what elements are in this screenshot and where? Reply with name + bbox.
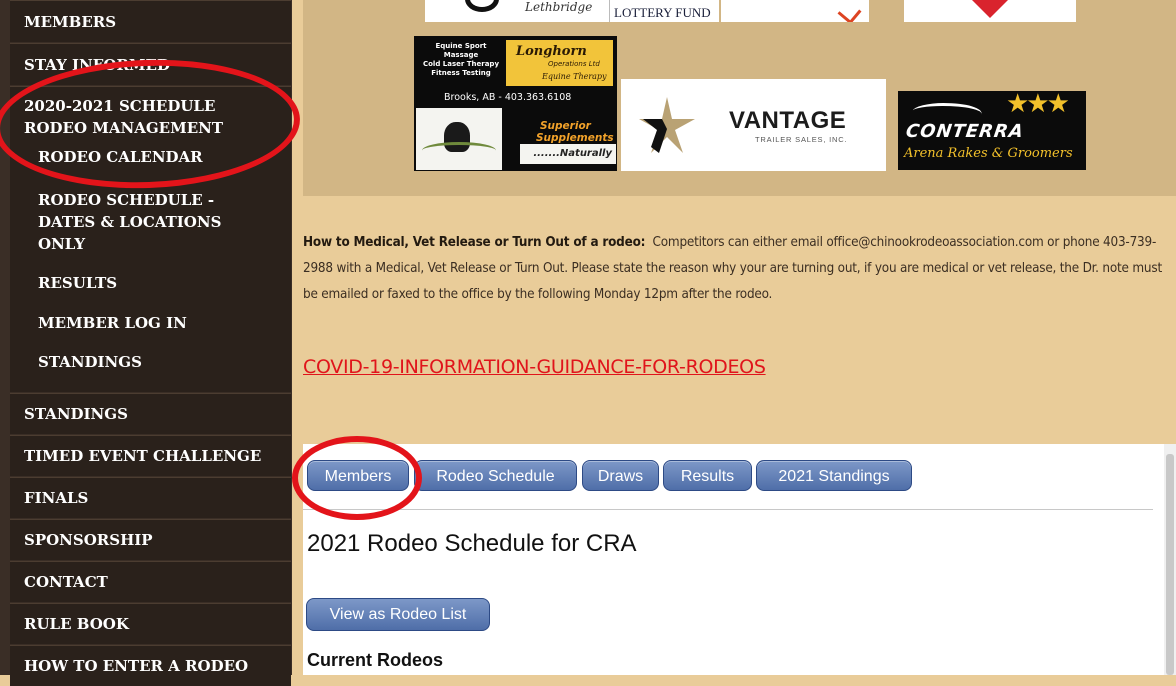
sidebar-item-standings[interactable]: STANDINGS (10, 393, 291, 434)
sidebar-item-label: RESULTS (38, 274, 118, 292)
sidebar-subitem-results[interactable]: RESULTS (38, 273, 278, 293)
sidebar-item-label: TIMED EVENT CHALLENGE (24, 447, 262, 465)
sidebar-item-contact[interactable]: CONTACT (10, 561, 291, 602)
vantage-name: VANTAGE (729, 107, 847, 134)
view-as-list-button[interactable]: View as Rodeo List (306, 598, 490, 631)
sidebar-item-finals[interactable]: FINALS (10, 477, 291, 518)
sidebar-item-label: MEMBER LOG IN (38, 314, 187, 332)
longhorn-brand-sub: Operations Ltd (548, 60, 600, 68)
longhorn-naturally: .......Naturally (520, 144, 616, 164)
sidebar-item-timed-event-challenge[interactable]: TIMED EVENT CHALLENGE (10, 435, 291, 476)
longhorn-line1: Equine Sport Massage (435, 42, 487, 59)
longhorn-brand-sub2: Equine Therapy (542, 72, 607, 81)
conterra-name: CONTERRA (904, 121, 1026, 142)
sidebar-item-label: HOW TO ENTER A RODEO (24, 657, 249, 675)
sidebar-subitem-rodeo-schedule[interactable]: RODEO SCHEDULE -DATES & LOCATIONS ONLY (38, 189, 248, 255)
sidebar-item-label: RODEO SCHEDULE -DATES & LOCATIONS ONLY (38, 191, 222, 253)
horse-silhouette-icon (908, 103, 986, 122)
sponsor-logo-lethbridge[interactable]: Lethbridge (425, 0, 609, 22)
conterra-sub: Arena Rakes & Groomers (904, 146, 1073, 161)
sponsor-logo-conterra[interactable]: ★★★ CONTERRA Arena Rakes & Groomers (898, 91, 1086, 170)
sponsor-logo-vantage[interactable]: VANTAGE TRAILER SALES, INC. (621, 79, 886, 171)
stars-icon: ★★★ (1006, 91, 1070, 119)
tab-2021-standings[interactable]: 2021 Standings (756, 460, 912, 491)
annotation-circle-members-tab (292, 436, 422, 520)
sidebar-item-sponsorship[interactable]: SPONSORSHIP (10, 519, 291, 560)
page-title: 2021 Rodeo Schedule for CRA (307, 530, 637, 557)
sidebar-item-label: MEMBERS (24, 13, 117, 31)
longhorn-brand-box: Longhorn Operations Ltd Equine Therapy (506, 40, 613, 86)
longhorn-photo (416, 108, 502, 170)
red-shape-icon (954, 0, 1026, 18)
longhorn-line2: Cold Laser Therapy (422, 60, 500, 68)
sidebar-item-label: RULE BOOK (24, 615, 129, 633)
sidebar-item-label: FINALS (24, 489, 89, 507)
sponsor-logo-lottery-fund[interactable]: LOTTERY FUND (609, 0, 719, 22)
sponsor-band: Lethbridge LOTTERY FUND Equine Sport Mas… (303, 0, 1176, 196)
tab-results[interactable]: Results (663, 460, 752, 491)
tab-divider (303, 509, 1153, 510)
sidebar-item-label: STANDINGS (24, 405, 128, 423)
sidebar-item-rule-book[interactable]: RULE BOOK (10, 603, 291, 644)
longhorn-line3: Fitness Testing (431, 69, 491, 77)
current-rodeos-heading: Current Rodeos (307, 650, 444, 670)
sponsor-logo-longhorn[interactable]: Equine Sport Massage Cold Laser Therapy … (414, 36, 617, 171)
tab-draws[interactable]: Draws (582, 460, 659, 491)
herb-leaves-icon (422, 142, 496, 159)
sidebar-item-members[interactable]: MEMBERS (10, 0, 291, 42)
tab-rodeo-schedule[interactable]: Rodeo Schedule (414, 460, 577, 491)
covid-guidance-link[interactable]: COVID-19-INFORMATION-GUIDANCE-FOR-RODEOS (303, 356, 766, 378)
vantage-star-icon (639, 97, 695, 153)
turnout-info-heading: How to Medical, Vet Release or Turn Out … (303, 235, 646, 250)
sponsor-logo-red[interactable] (904, 0, 1076, 22)
longhorn-supplements: Supplements (536, 132, 614, 144)
turnout-info: How to Medical, Vet Release or Turn Out … (303, 230, 1173, 308)
lottery-fund-text: LOTTERY FUND (614, 5, 711, 20)
longhorn-brand: Longhorn (516, 44, 587, 59)
sidebar-item-label: SPONSORSHIP (24, 531, 153, 549)
sidebar-subitem-member-log-in[interactable]: MEMBER LOG IN (38, 313, 278, 333)
panel-scrollbar[interactable] (1164, 444, 1176, 675)
sidebar-item-label: CONTACT (24, 573, 108, 591)
sidebar-item-how-to-enter[interactable]: HOW TO ENTER A RODEO (10, 645, 291, 686)
lethbridge-text: Lethbridge (525, 0, 593, 14)
longhorn-superior: Superior (540, 120, 591, 132)
sidebar-subitem-standings[interactable]: STANDINGS (38, 352, 278, 372)
longhorn-phone: Brooks, AB - 403.363.6108 (444, 92, 572, 103)
longhorn-services-text: Equine Sport Massage Cold Laser Therapy … (418, 42, 504, 78)
sidebar-item-label: STANDINGS (38, 353, 142, 371)
scrollbar-thumb[interactable] (1166, 454, 1174, 675)
red-chevron-icon (837, 0, 862, 22)
logo-swoosh-icon (465, 0, 499, 12)
vantage-sub: TRAILER SALES, INC. (755, 135, 848, 144)
sponsor-logo-partial[interactable] (721, 0, 869, 22)
